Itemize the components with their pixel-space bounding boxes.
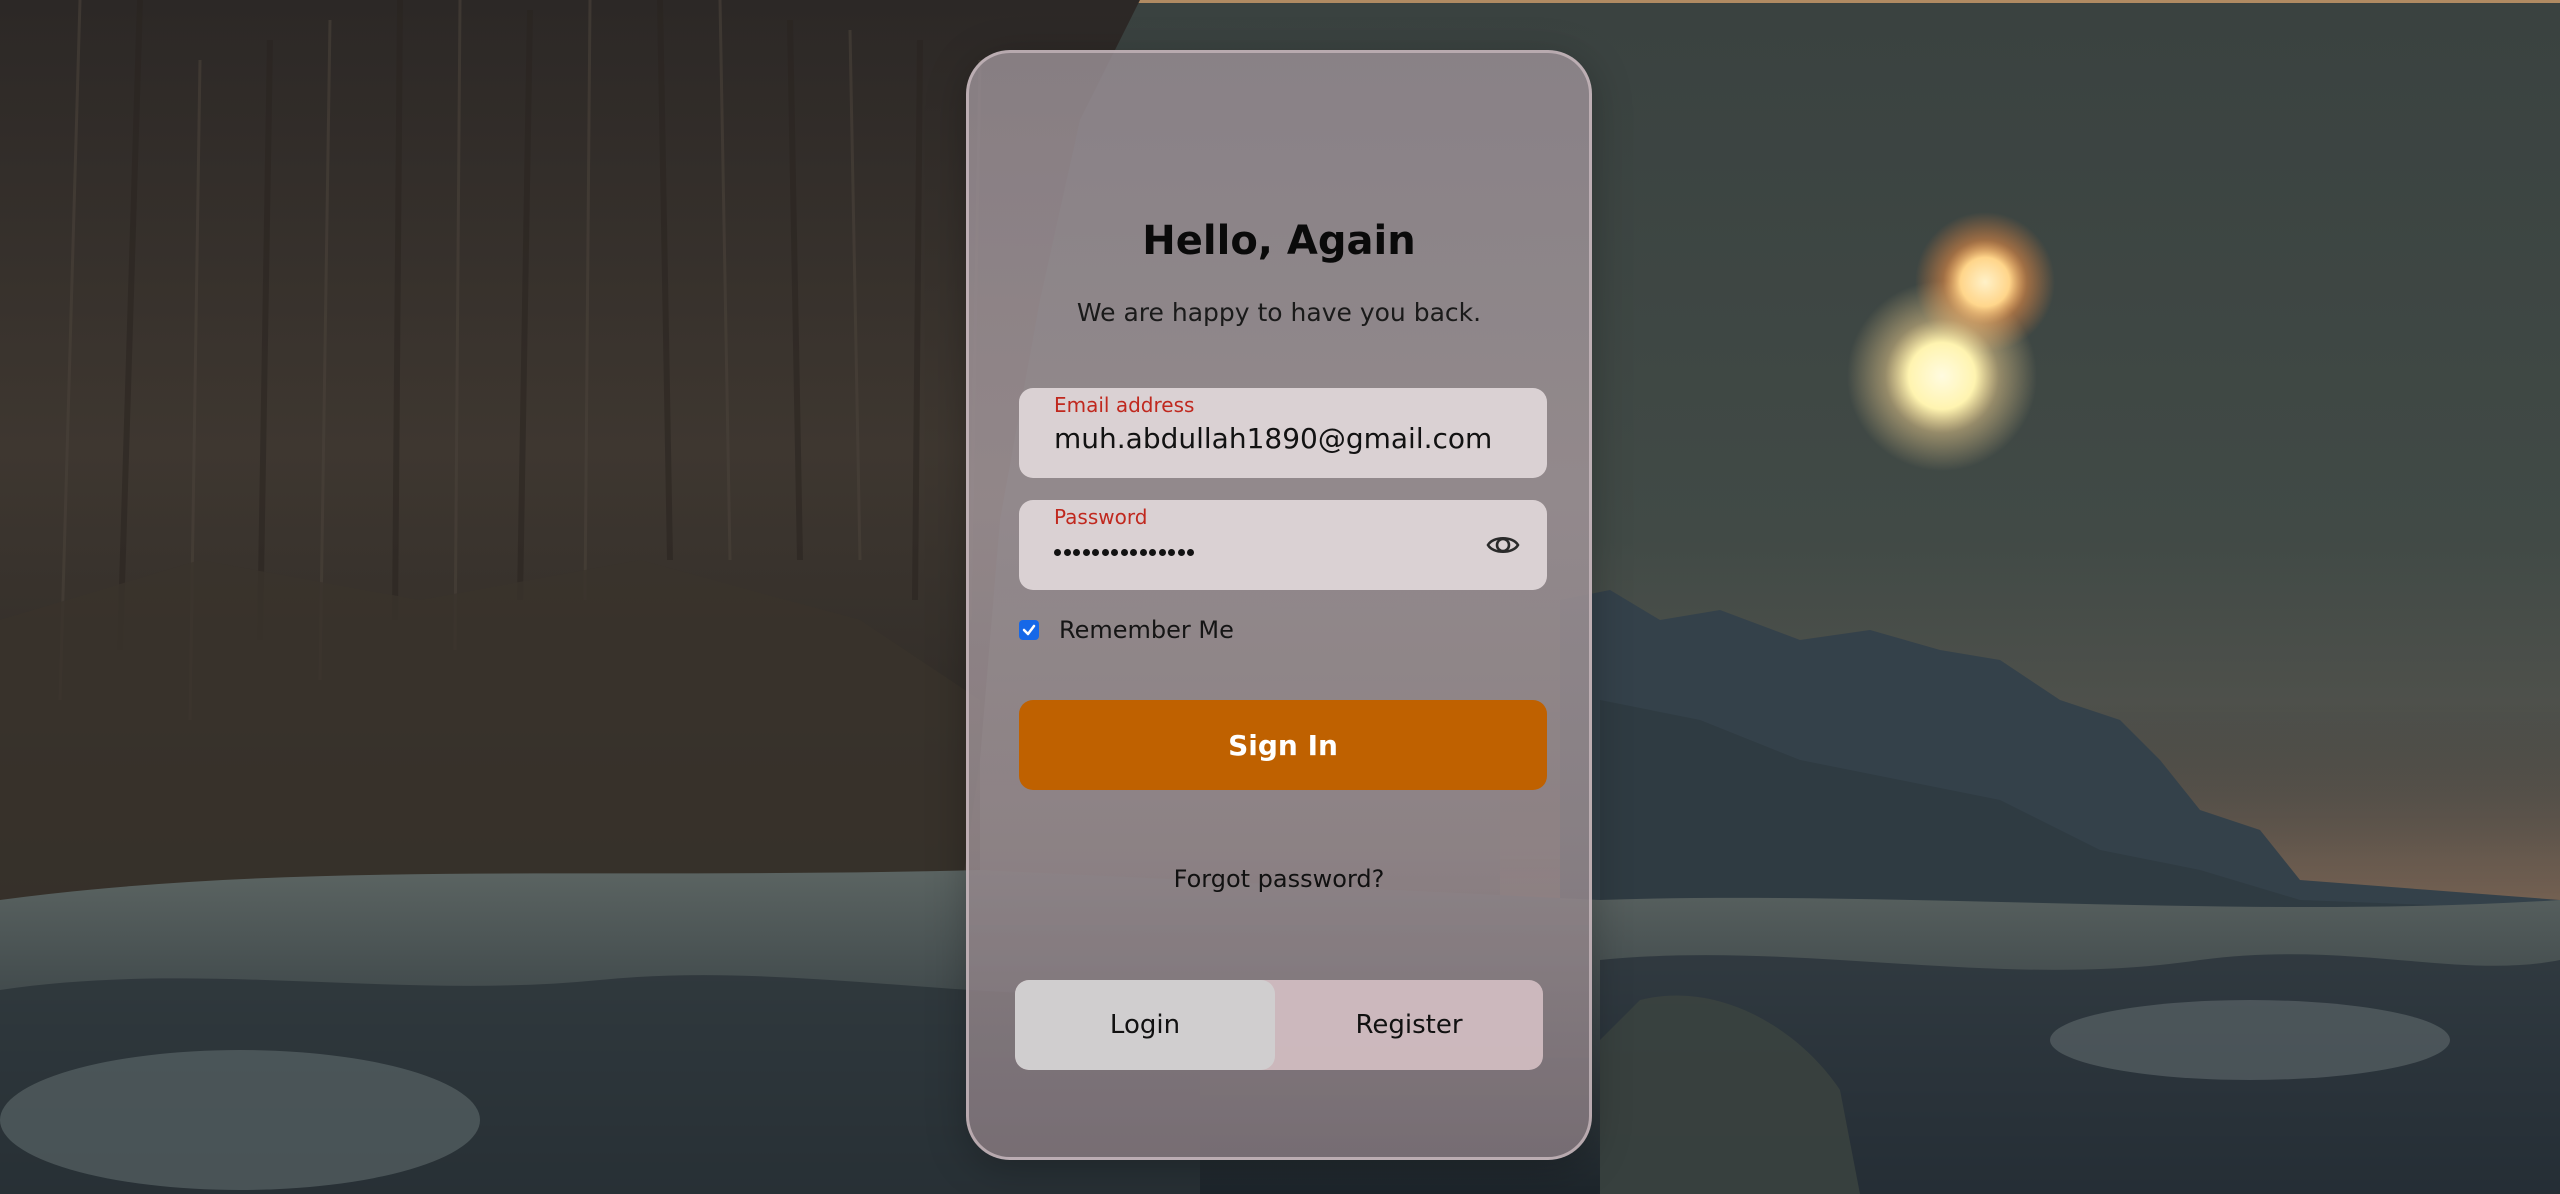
forgot-password-link[interactable]: Forgot password? <box>969 865 1589 893</box>
tab-register[interactable]: Register <box>1275 980 1543 1070</box>
password-mask-dot <box>1082 548 1090 556</box>
page-title: Hello, Again <box>1142 218 1416 264</box>
eye-icon[interactable] <box>1485 527 1521 563</box>
tab-login[interactable]: Login <box>1015 980 1275 1070</box>
login-card: Hello, Again We are happy to have you ba… <box>966 50 1592 1160</box>
password-mask-dot <box>1139 548 1147 556</box>
password-mask-dot <box>1063 548 1071 556</box>
password-mask-dot <box>1111 548 1118 556</box>
email-field-label: Email address <box>1054 393 1195 417</box>
password-mask-dot <box>1149 548 1156 556</box>
password-mask-dot <box>1092 548 1099 556</box>
remember-me-row[interactable]: Remember Me <box>1019 615 1234 645</box>
password-field[interactable]: Password <box>1019 500 1547 590</box>
checkmark-icon <box>1022 624 1036 636</box>
page-subtitle: We are happy to have you back. <box>1076 298 1482 327</box>
password-mask-dot <box>1120 548 1128 556</box>
password-mask-dot <box>1177 548 1185 556</box>
auth-mode-toggle: Login Register <box>1015 980 1543 1070</box>
remember-me-checkbox[interactable] <box>1019 620 1039 640</box>
password-field-label: Password <box>1054 505 1148 529</box>
remember-me-label: Remember Me <box>1059 616 1234 644</box>
password-input[interactable] <box>1054 540 1194 564</box>
email-input[interactable]: muh.abdullah1890@gmail.com <box>1054 422 1509 455</box>
password-mask-dot <box>1130 548 1137 556</box>
password-mask-dot <box>1158 548 1166 556</box>
password-mask-dot <box>1187 548 1194 556</box>
email-field[interactable]: Email address muh.abdullah1890@gmail.com <box>1019 388 1547 478</box>
password-mask-dot <box>1168 548 1175 556</box>
password-mask-dot <box>1073 548 1080 556</box>
sign-in-button[interactable]: Sign In <box>1019 700 1547 790</box>
password-mask-dot <box>1054 548 1061 556</box>
password-mask-dot <box>1101 548 1109 556</box>
